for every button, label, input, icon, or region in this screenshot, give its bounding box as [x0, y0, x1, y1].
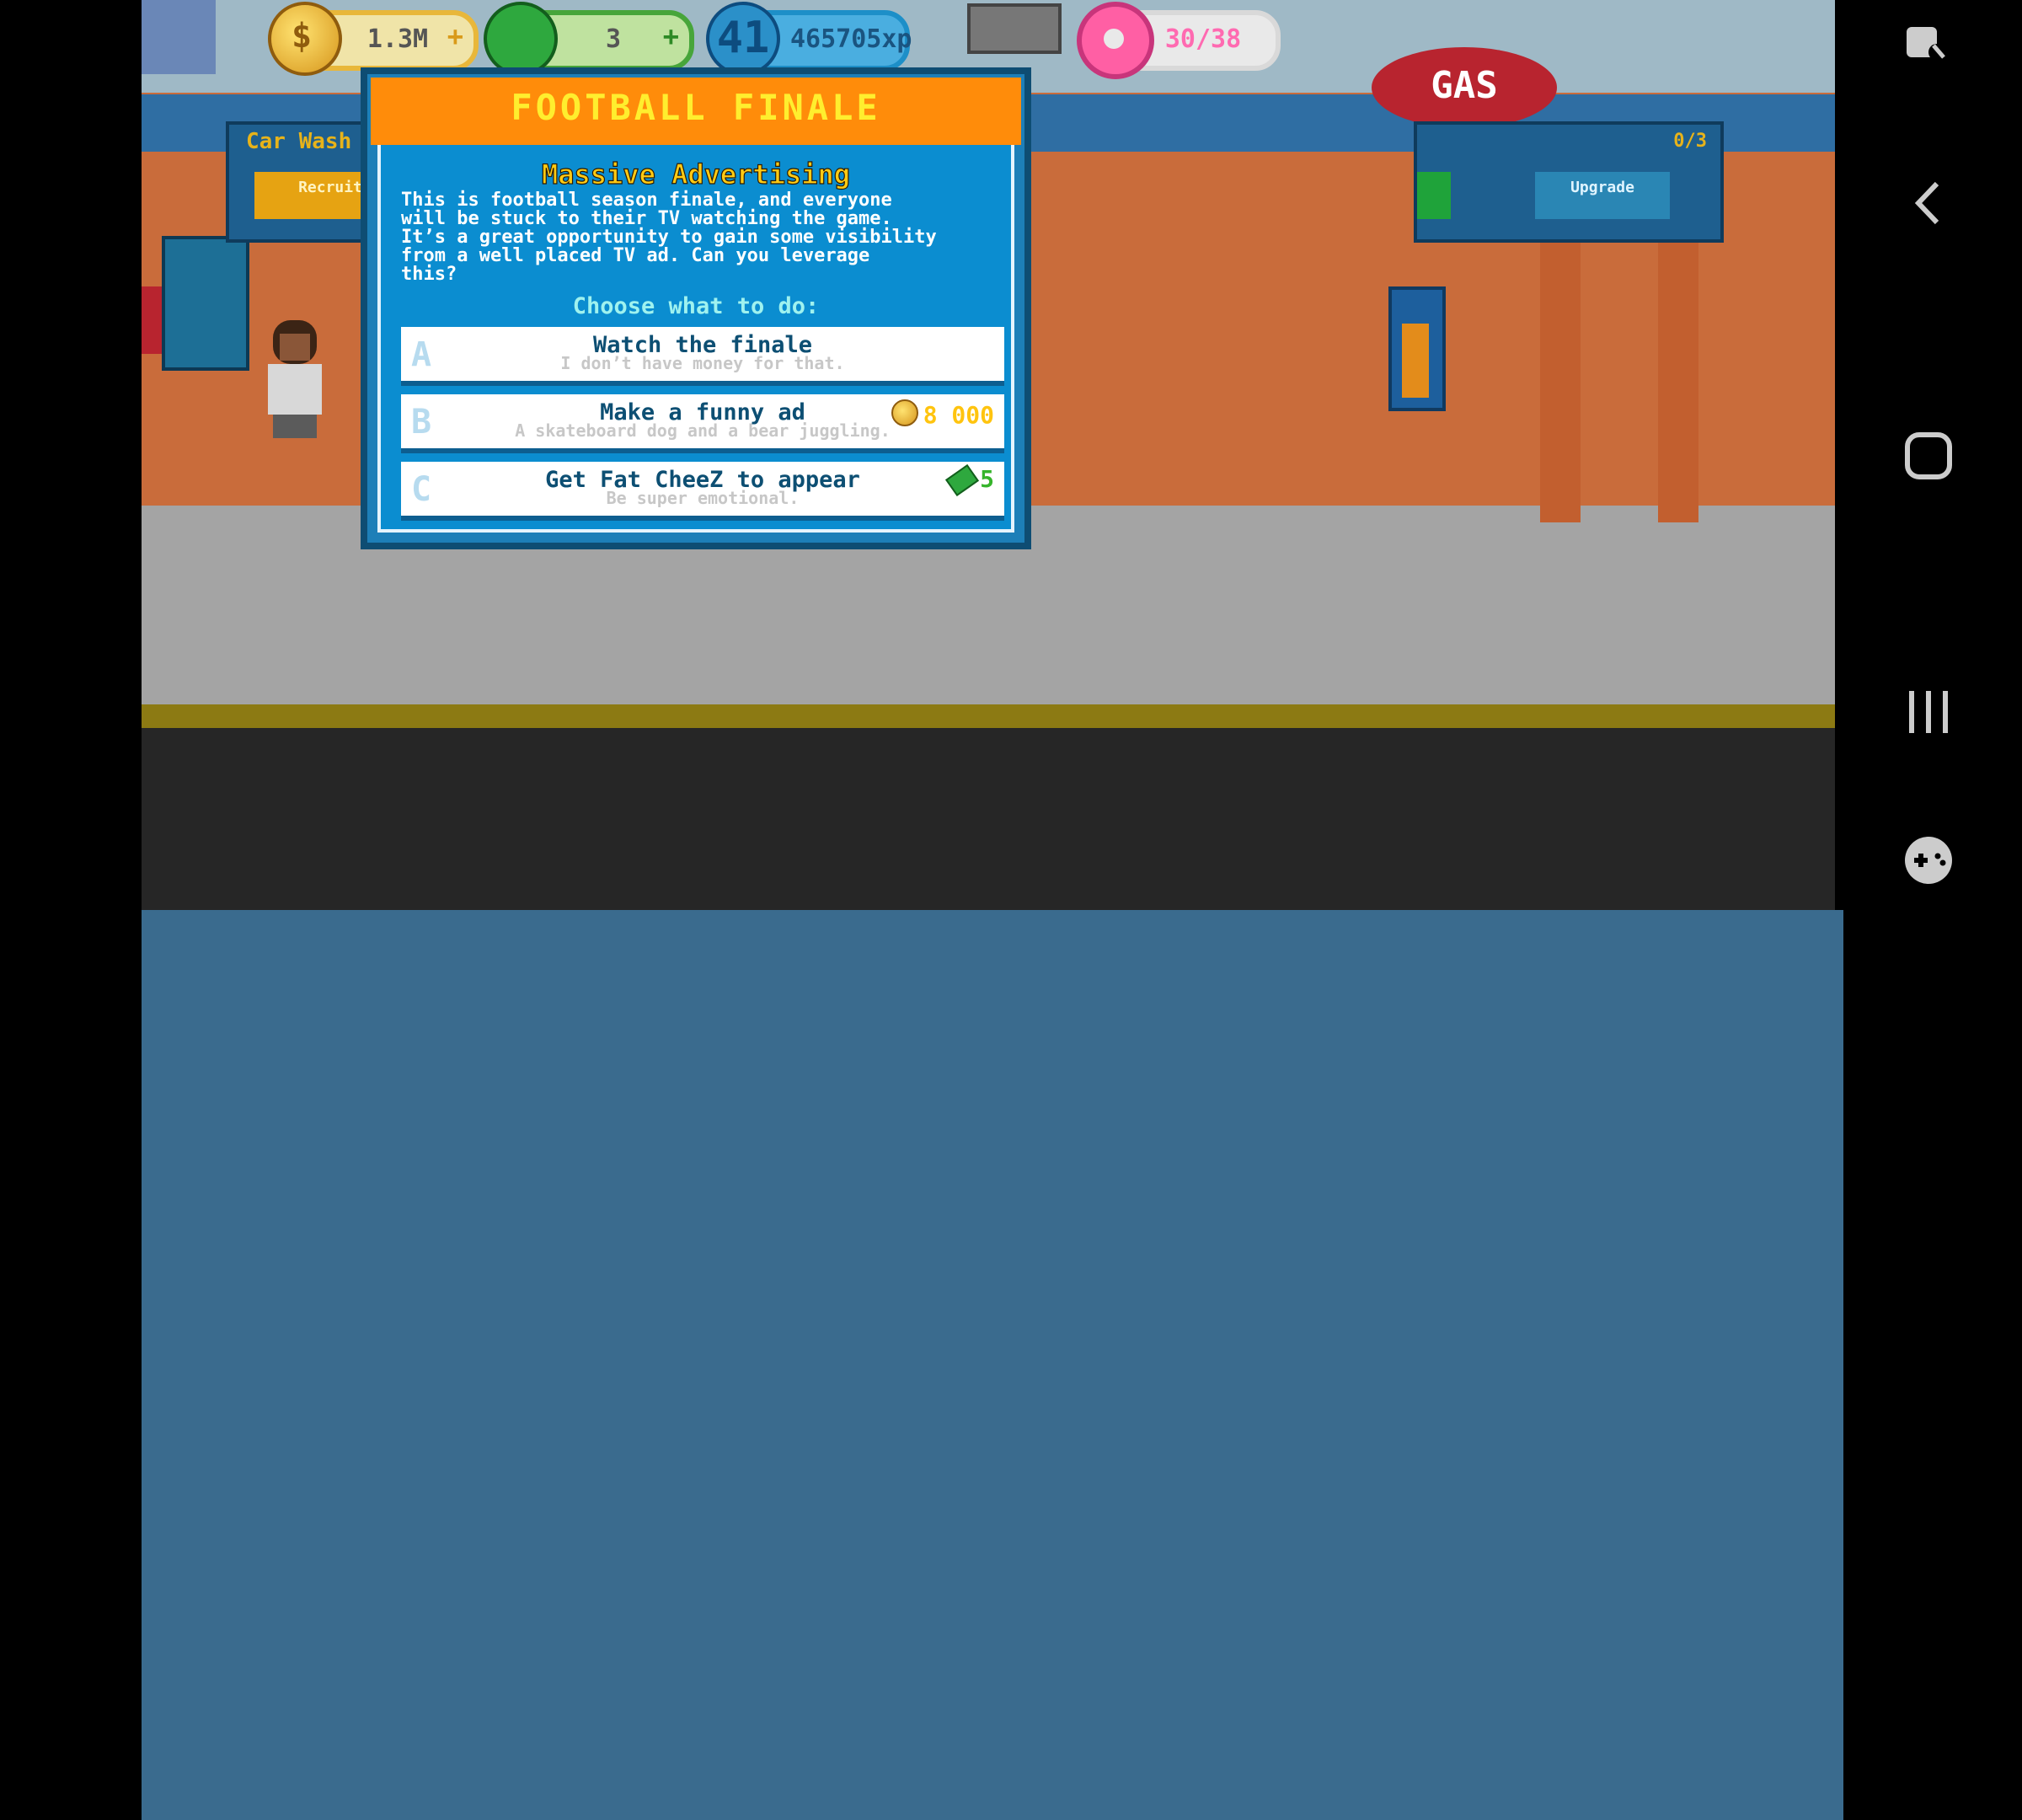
- character-sprite[interactable]: [259, 320, 330, 438]
- add-cash-button[interactable]: +: [663, 20, 679, 52]
- option-a-button[interactable]: A Watch the finale I don’t have money fo…: [401, 327, 1004, 386]
- game-viewport: GAS Car Wash Recruit 0/3 Upgrade 1.3M + …: [142, 0, 1843, 1820]
- coin-counter[interactable]: 1.3M +: [268, 2, 479, 76]
- profile-avatar[interactable]: [142, 0, 216, 74]
- screen-pin-icon[interactable]: [1835, 19, 2022, 81]
- option-note: I don’t have money for that.: [560, 356, 845, 374]
- xp-value: 465705xp: [790, 24, 912, 54]
- cash-counter[interactable]: 3 +: [468, 0, 694, 91]
- option-note: Be super emotional.: [606, 490, 800, 509]
- option-cost-value: 8 000: [923, 403, 994, 430]
- add-coins-button[interactable]: +: [447, 20, 463, 52]
- donut-value: 30/38: [1164, 24, 1242, 54]
- donut-icon: [1077, 2, 1154, 79]
- scene-post: [1540, 236, 1581, 522]
- option-b-button[interactable]: B Make a funny ad A skateboard dog and a…: [401, 394, 1004, 453]
- scene-road: [142, 728, 1843, 910]
- choose-prompt: Choose what to do:: [572, 293, 820, 320]
- donut-counter[interactable]: 30/38: [1077, 2, 1281, 79]
- event-title: FOOTBALL FINALE: [511, 88, 881, 128]
- recents-icon[interactable]: [1835, 682, 2022, 753]
- coin-value: 1.3M: [366, 24, 429, 54]
- upgrade-button[interactable]: Upgrade: [1535, 172, 1670, 219]
- cash-value: 3: [605, 24, 622, 54]
- coin-icon: [891, 399, 918, 426]
- car-wash-title: Car Wash: [246, 130, 352, 155]
- coin-icon: [268, 2, 342, 76]
- game-tools-icon[interactable]: [1835, 831, 2022, 902]
- option-c-button[interactable]: C Get Fat CheeZ to appear Be super emoti…: [401, 462, 1004, 521]
- android-nav-bar: [1835, 0, 2022, 910]
- staff-count: 0/3: [1673, 130, 1707, 152]
- cash-icon: [944, 463, 979, 497]
- option-cost: 5: [944, 463, 994, 497]
- home-icon[interactable]: [1835, 426, 2022, 497]
- green-action-button[interactable]: [1417, 172, 1451, 219]
- gas-pump: [1388, 286, 1446, 411]
- scene-post: [1658, 236, 1698, 522]
- event-description: This is football season finale, and ever…: [401, 189, 937, 285]
- event-body: Massive Advertising This is football sea…: [377, 145, 1014, 533]
- xp-counter[interactable]: 41 465705xp: [706, 2, 912, 76]
- back-icon[interactable]: [1835, 174, 2022, 244]
- event-title-bar: FOOTBALL FINALE: [371, 78, 1021, 145]
- option-cost-value: 5: [980, 467, 994, 494]
- event-subtitle: Massive Advertising: [541, 158, 851, 190]
- camera-icon[interactable]: [967, 3, 1062, 54]
- scene-road-line: [142, 704, 1843, 728]
- level-badge: 41: [706, 2, 780, 76]
- gas-sign: GAS: [1372, 47, 1557, 128]
- option-cost: 8 000: [891, 399, 994, 430]
- scene-vending-machine: [162, 236, 249, 371]
- station-panel: 0/3 Upgrade: [1414, 121, 1724, 243]
